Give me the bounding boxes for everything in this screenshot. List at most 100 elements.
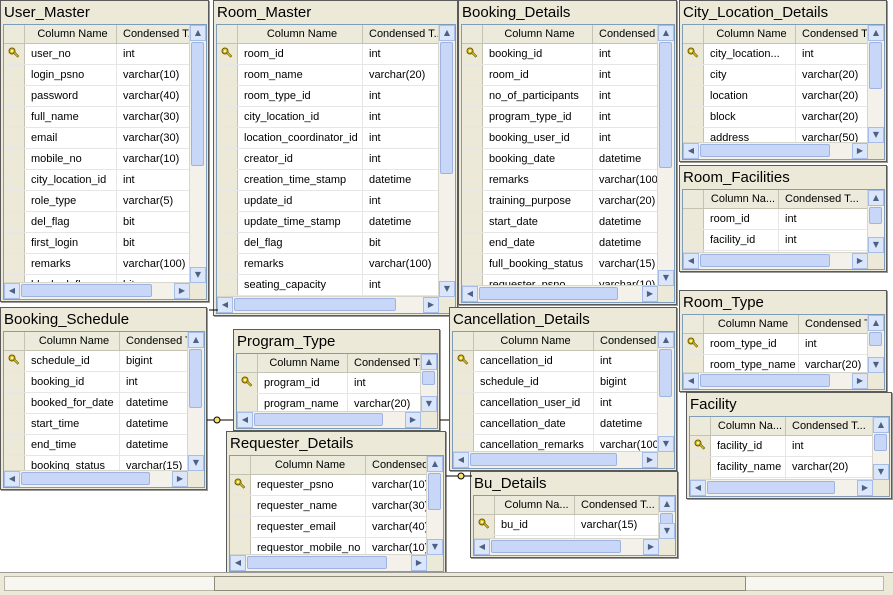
column-row[interactable]: creator_id int bbox=[217, 149, 439, 170]
row-selector[interactable] bbox=[4, 170, 25, 190]
table-room-master[interactable]: Room_Master Column Name Condensed T... room… bbox=[213, 0, 458, 316]
row-selector[interactable] bbox=[4, 351, 25, 371]
row-selector[interactable] bbox=[4, 393, 25, 413]
row-selector[interactable] bbox=[217, 275, 238, 295]
column-row[interactable]: remarks varchar(100) bbox=[217, 254, 439, 275]
scroll-left-arrow-icon[interactable]: ◀ bbox=[4, 283, 20, 299]
column-grid[interactable]: Column Name Condensed T... program_id int pr… bbox=[236, 353, 438, 429]
horizontal-scrollbar[interactable]: ◀ ▶ bbox=[462, 285, 658, 302]
column-row[interactable]: role_type varchar(5) bbox=[4, 191, 190, 212]
table-requester-details[interactable]: Requester_Details Column Name Condensed req… bbox=[226, 431, 446, 574]
column-row[interactable]: city_location_id int bbox=[217, 107, 439, 128]
row-selector[interactable] bbox=[462, 212, 483, 232]
row-selector[interactable] bbox=[683, 65, 704, 85]
row-selector[interactable] bbox=[217, 149, 238, 169]
column-grid[interactable]: Column NameCondensed Tbooking_idintroom_… bbox=[461, 24, 675, 303]
column-row[interactable]: room_id int bbox=[683, 209, 868, 230]
scroll-up-arrow-icon[interactable]: ▲ bbox=[868, 315, 884, 331]
scrollbar-thumb[interactable] bbox=[479, 287, 618, 300]
column-row[interactable]: booked_for_date datetime bbox=[4, 393, 188, 414]
column-row[interactable]: schedule_id bigint bbox=[4, 351, 188, 372]
horizontal-scrollbar[interactable]: ◀ ▶ bbox=[453, 451, 658, 468]
scroll-up-arrow-icon[interactable]: ▲ bbox=[868, 190, 884, 206]
scrollbar-thumb[interactable] bbox=[470, 453, 617, 466]
row-selector[interactable] bbox=[4, 149, 25, 169]
row-selector[interactable] bbox=[4, 372, 25, 392]
scrollbar-thumb[interactable] bbox=[869, 332, 882, 346]
scroll-right-arrow-icon[interactable]: ▶ bbox=[172, 471, 188, 487]
column-grid[interactable]: Column Name Condensed T... room_id int room_… bbox=[216, 24, 456, 314]
horizontal-scrollbar[interactable]: ◀ ▶ bbox=[217, 296, 439, 313]
row-selector[interactable] bbox=[462, 191, 483, 211]
column-row[interactable]: end_time datetime bbox=[4, 435, 188, 456]
column-row[interactable]: city varchar(20) bbox=[683, 65, 868, 86]
table-program-type[interactable]: Program_Type Column Name Condensed T... pro… bbox=[233, 329, 440, 431]
column-row[interactable]: first_login bit bbox=[4, 233, 190, 254]
vertical-scrollbar[interactable]: ▲ ▼ bbox=[189, 25, 206, 283]
scroll-left-arrow-icon[interactable]: ◀ bbox=[690, 480, 706, 496]
column-grid[interactable]: Column Name Condensed T... city_location..… bbox=[682, 24, 885, 160]
horizontal-scrollbar[interactable]: ◀ ▶ bbox=[683, 142, 868, 159]
scrollbar-thumb[interactable] bbox=[700, 374, 830, 387]
row-selector[interactable] bbox=[217, 65, 238, 85]
row-selector[interactable] bbox=[237, 373, 258, 393]
scroll-up-arrow-icon[interactable]: ▲ bbox=[873, 417, 889, 433]
scroll-up-arrow-icon[interactable]: ▲ bbox=[658, 332, 674, 348]
vertical-scrollbar[interactable]: ▲ ▼ bbox=[438, 25, 455, 297]
column-grid[interactable]: Column Name Condensed T room_type_id int roo… bbox=[682, 314, 885, 390]
vertical-scrollbar[interactable]: ▲ ▼ bbox=[658, 496, 675, 539]
scroll-up-arrow-icon[interactable]: ▲ bbox=[188, 332, 204, 348]
scroll-right-arrow-icon[interactable]: ▶ bbox=[642, 286, 658, 302]
column-row[interactable]: remarks varchar(100) bbox=[462, 170, 658, 191]
row-selector[interactable] bbox=[217, 212, 238, 232]
vertical-scrollbar[interactable]: ▲ ▼ bbox=[657, 25, 674, 286]
column-row[interactable]: requester_email varchar(40) bbox=[230, 517, 427, 538]
column-row[interactable]: cancellation_date datetime bbox=[453, 414, 658, 435]
scroll-down-arrow-icon[interactable]: ▼ bbox=[427, 539, 443, 555]
table-booking-details[interactable]: Booking_Details Column Name Condensed T boo… bbox=[458, 0, 677, 305]
row-selector[interactable] bbox=[4, 107, 25, 127]
column-row[interactable]: location varchar(20) bbox=[683, 86, 868, 107]
diagram-canvas[interactable]: User_Master Column Name Condensed T... user… bbox=[0, 0, 893, 594]
vertical-scrollbar[interactable]: ▲ ▼ bbox=[187, 332, 204, 471]
column-row[interactable]: booking_date datetime bbox=[462, 149, 658, 170]
column-row[interactable]: schedule_id bigint bbox=[453, 372, 658, 393]
table-booking-schedule[interactable]: Booking_Schedule Column Name Condensed T sc… bbox=[0, 307, 207, 490]
column-grid[interactable]: Column Na... Condensed T... room_id int faci… bbox=[682, 189, 885, 270]
row-selector[interactable] bbox=[4, 233, 25, 253]
scrollbar-thumb[interactable] bbox=[21, 284, 152, 297]
row-selector[interactable] bbox=[453, 393, 474, 413]
column-row[interactable]: booking_user_id int bbox=[462, 128, 658, 149]
scrollbar-thumb[interactable] bbox=[700, 144, 830, 157]
column-row[interactable]: room_name varchar(20) bbox=[217, 65, 439, 86]
row-selector[interactable] bbox=[462, 107, 483, 127]
horizontal-scrollbar[interactable]: ◀ ▶ bbox=[4, 470, 188, 487]
row-selector[interactable] bbox=[217, 233, 238, 253]
scroll-down-arrow-icon[interactable]: ▼ bbox=[868, 127, 884, 143]
scroll-left-arrow-icon[interactable]: ◀ bbox=[462, 286, 478, 302]
row-selector[interactable] bbox=[4, 86, 25, 106]
scroll-right-arrow-icon[interactable]: ▶ bbox=[642, 452, 658, 468]
row-selector[interactable] bbox=[230, 496, 251, 516]
column-grid[interactable]: Column Name Condensed T... user_no int login… bbox=[3, 24, 207, 300]
scroll-left-arrow-icon[interactable]: ◀ bbox=[230, 555, 246, 571]
scroll-left-arrow-icon[interactable]: ◀ bbox=[217, 297, 233, 313]
scroll-down-arrow-icon[interactable]: ▼ bbox=[188, 455, 204, 471]
column-row[interactable]: start_time datetime bbox=[4, 414, 188, 435]
scroll-down-arrow-icon[interactable]: ▼ bbox=[658, 436, 674, 452]
scrollbar-thumb[interactable] bbox=[700, 254, 830, 267]
scrollbar-thumb[interactable] bbox=[234, 298, 396, 311]
row-selector[interactable] bbox=[683, 334, 704, 354]
scroll-down-arrow-icon[interactable]: ▼ bbox=[190, 267, 206, 283]
column-row[interactable]: update_time_stamp datetime bbox=[217, 212, 439, 233]
scroll-left-arrow-icon[interactable]: ◀ bbox=[683, 373, 699, 389]
row-selector[interactable] bbox=[453, 414, 474, 434]
column-grid[interactable]: Column Name Condensed Tschedule_id bigint b… bbox=[3, 331, 205, 488]
scroll-right-arrow-icon[interactable]: ▶ bbox=[857, 480, 873, 496]
horizontal-scrollbar[interactable]: ◀ ▶ bbox=[237, 411, 421, 428]
row-selector[interactable] bbox=[4, 65, 25, 85]
scroll-down-arrow-icon[interactable]: ▼ bbox=[439, 281, 455, 297]
scroll-up-arrow-icon[interactable]: ▲ bbox=[659, 496, 675, 512]
column-row[interactable]: booking_id int bbox=[462, 44, 658, 65]
row-selector[interactable] bbox=[4, 254, 25, 274]
